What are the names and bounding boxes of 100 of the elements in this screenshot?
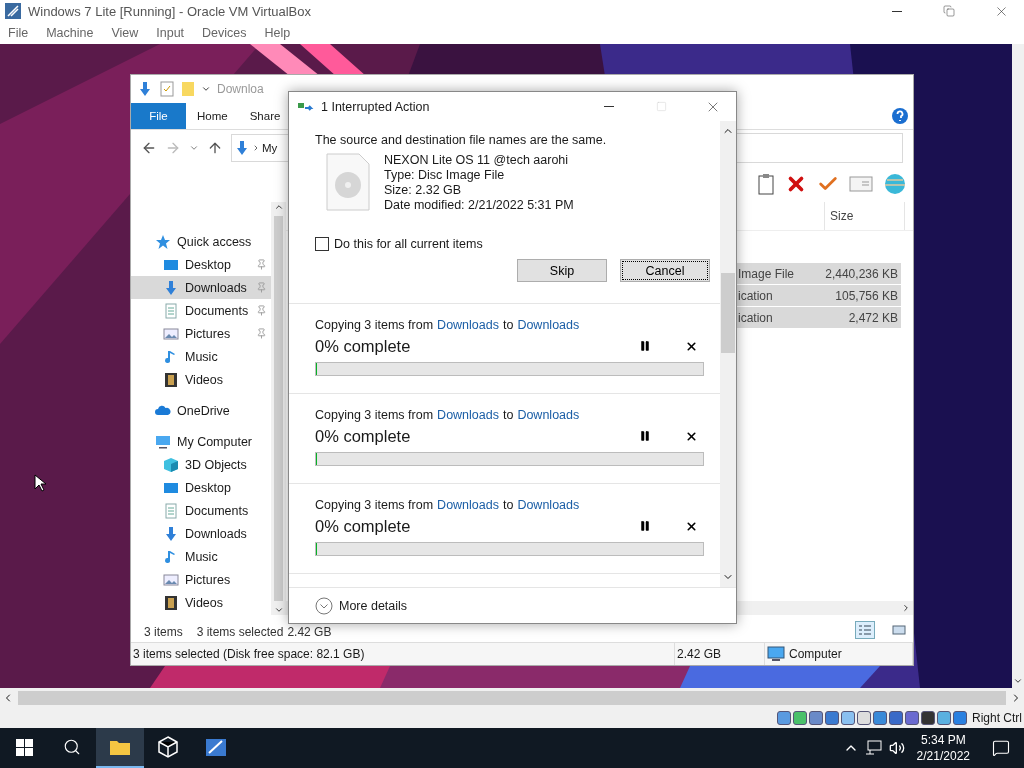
scroll-up-icon[interactable] (273, 202, 284, 212)
destination-link[interactable]: Downloads (517, 498, 580, 512)
download-icon (163, 526, 179, 543)
pin-icon[interactable] (256, 328, 267, 340)
search-field[interactable] (736, 133, 903, 163)
skip-button[interactable]: Skip (517, 259, 607, 282)
device-status-icon[interactable] (937, 711, 951, 725)
source-link[interactable]: Downloads (437, 408, 499, 422)
properties-icon[interactable] (159, 81, 175, 97)
nav-item[interactable]: Desktop (131, 253, 271, 277)
nav-item[interactable]: Desktop (131, 476, 271, 500)
pin-icon[interactable] (256, 305, 267, 317)
device-status-icon[interactable] (793, 711, 807, 725)
scrollbar[interactable] (0, 688, 1024, 708)
device-status-icon[interactable] (841, 711, 855, 725)
device-status-icon[interactable] (889, 711, 903, 725)
help-icon[interactable] (891, 107, 909, 125)
clock-time: 5:34 PM (920, 732, 966, 748)
nav-item[interactable]: Music (131, 345, 271, 369)
scroll-thumb[interactable] (18, 691, 1006, 705)
dialog-title: 1 Interrupted Action (321, 99, 431, 114)
column-header[interactable]: Size (824, 202, 905, 230)
scroll-right-icon[interactable] (901, 603, 911, 613)
scrollbar[interactable] (720, 121, 736, 587)
device-status-icon[interactable] (777, 711, 791, 725)
volume-icon[interactable] (888, 740, 905, 756)
file-type: Type: Disc Image File (384, 168, 506, 183)
device-status-icon[interactable] (857, 711, 871, 725)
menu-item[interactable]: Machine (46, 26, 94, 40)
checkbox[interactable] (315, 237, 329, 251)
taskbar-app-button[interactable] (96, 728, 144, 768)
nav-item[interactable]: 3D Objects (131, 453, 271, 477)
device-status-icon[interactable] (809, 711, 823, 725)
nav-item[interactable]: OneDrive (131, 399, 271, 423)
progress-label: 0% complete (315, 426, 412, 446)
scrollbar[interactable] (271, 202, 286, 615)
item-count: 3 items (144, 626, 183, 639)
menu-item[interactable]: Devices (202, 26, 247, 40)
table-cell-text: 2,472 KB (847, 310, 899, 325)
device-status-icon[interactable] (953, 711, 967, 725)
up-icon[interactable] (207, 140, 223, 156)
cancel-button[interactable]: Cancel (620, 259, 710, 282)
details-view-button[interactable] (855, 621, 875, 639)
nav-item[interactable]: Music (131, 545, 271, 569)
menu-item[interactable]: Input (156, 26, 185, 40)
ribbon-tab[interactable]: File (131, 103, 186, 129)
menu-item[interactable]: Help (264, 26, 291, 40)
notifications-icon[interactable] (992, 739, 1010, 757)
scroll-down-icon[interactable] (273, 605, 284, 615)
scroll-down-icon[interactable] (1013, 676, 1023, 686)
source-link[interactable]: Downloads (437, 318, 499, 332)
scroll-thumb[interactable] (274, 216, 283, 601)
device-status-icon[interactable] (873, 711, 887, 725)
nav-item[interactable]: Documents (131, 499, 271, 523)
maximize-icon (655, 101, 667, 112)
nav-item[interactable]: Documents (131, 299, 271, 323)
ribbon-tab[interactable]: Home (186, 103, 239, 129)
destination-link[interactable]: Downloads (517, 408, 580, 422)
clock[interactable]: 5:34 PM 2/21/2022 (910, 732, 976, 764)
recent-locations-icon[interactable] (189, 143, 199, 153)
nav-item[interactable]: Videos (131, 591, 271, 615)
progress-label: 0% complete (315, 336, 412, 356)
checkbox-label[interactable]: Do this for all current items (334, 237, 483, 251)
expand-icon[interactable] (315, 596, 333, 615)
cube-icon (157, 736, 179, 758)
ribbon-tab[interactable]: Share (238, 103, 292, 129)
device-status-icon[interactable] (921, 711, 935, 725)
breadcrumb[interactable]: My (262, 142, 278, 154)
close-icon (684, 339, 698, 353)
destination-link[interactable]: Downloads (517, 318, 580, 332)
source-link[interactable]: Downloads (437, 498, 499, 512)
nav-item[interactable]: Pictures (131, 568, 271, 592)
scrollbar[interactable] (1012, 44, 1024, 688)
nav-item[interactable]: My Computer (131, 430, 271, 454)
pictures-icon (163, 572, 179, 589)
nav-item[interactable]: Downloads (131, 276, 271, 300)
network-icon[interactable] (864, 740, 883, 756)
menu-item[interactable]: File (8, 26, 29, 40)
menu-item[interactable]: View (111, 26, 139, 40)
clipboard-icon[interactable] (757, 173, 775, 195)
globe-icon[interactable] (883, 172, 907, 196)
forward-icon[interactable] (165, 140, 181, 156)
table-cell-text: Image File (737, 266, 796, 281)
breadcrumb-chevron-icon (252, 144, 260, 152)
film-icon (163, 595, 179, 612)
dropdown-icon[interactable] (201, 84, 211, 94)
pause-icon (639, 520, 651, 532)
nav-item[interactable]: Quick access (131, 230, 271, 254)
nav-item[interactable]: Downloads (131, 522, 271, 546)
scroll-thumb[interactable] (721, 273, 735, 353)
progress-label: 0% complete (315, 516, 412, 536)
back-icon[interactable] (141, 140, 157, 156)
folder-icon (109, 738, 131, 756)
nav-item[interactable]: Videos (131, 368, 271, 392)
device-status-icon[interactable] (905, 711, 919, 725)
pin-icon[interactable] (256, 259, 267, 271)
device-status-icon[interactable] (825, 711, 839, 725)
nav-item[interactable]: Pictures (131, 322, 271, 346)
more-details-link[interactable]: More details (339, 598, 408, 613)
close-icon (684, 519, 698, 533)
